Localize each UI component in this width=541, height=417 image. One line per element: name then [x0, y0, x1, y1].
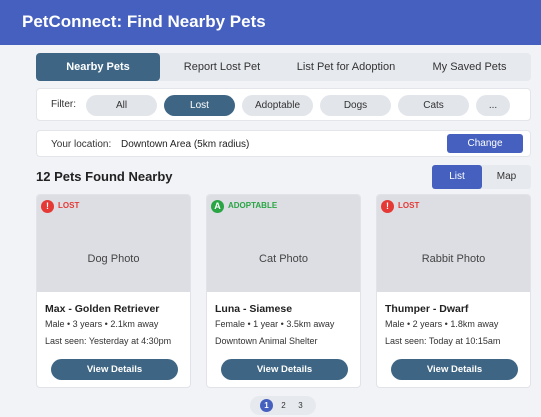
- app-header: PetConnect: Find Nearby Pets: [0, 0, 541, 45]
- pet-meta: Male • 3 years • 2.1km away: [45, 319, 159, 329]
- pet-photo: A ADOPTABLE Cat Photo: [207, 195, 360, 292]
- tab-report-lost-pet[interactable]: Report Lost Pet: [160, 53, 284, 81]
- pagination: 1 2 3: [250, 396, 316, 415]
- photo-placeholder-label: Dog Photo: [87, 253, 140, 265]
- location-label: Your location:: [51, 139, 112, 150]
- pet-meta: Female • 1 year • 3.5km away: [215, 319, 335, 329]
- list-view-button[interactable]: List: [432, 165, 482, 189]
- pet-card[interactable]: ! LOST Rabbit Photo Thumper - Dwarf Male…: [376, 194, 531, 388]
- view-details-button[interactable]: View Details: [51, 359, 178, 380]
- status-label: ADOPTABLE: [228, 201, 278, 210]
- filter-chip-cats[interactable]: Cats: [398, 95, 469, 116]
- pet-name: Max - Golden Retriever: [45, 303, 160, 315]
- filter-chip-dogs[interactable]: Dogs: [320, 95, 391, 116]
- filter-chip-adoptable[interactable]: Adoptable: [242, 95, 313, 116]
- filter-bar: Filter: All Lost Adoptable Dogs Cats ...: [36, 88, 531, 121]
- pet-extra-info: Downtown Animal Shelter: [215, 336, 318, 346]
- location-bar: Your location: Downtown Area (5km radius…: [36, 130, 531, 157]
- pet-extra-info: Last seen: Yesterday at 4:30pm: [45, 336, 172, 346]
- status-label: LOST: [58, 201, 80, 210]
- status-label: LOST: [398, 201, 420, 210]
- pet-card[interactable]: ! LOST Dog Photo Max - Golden Retriever …: [36, 194, 191, 388]
- pet-photo: ! LOST Dog Photo: [37, 195, 190, 292]
- location-value: Downtown Area (5km radius): [121, 139, 250, 150]
- page-2-button[interactable]: 2: [277, 399, 290, 412]
- filter-chip-all[interactable]: All: [86, 95, 157, 116]
- alert-icon: !: [381, 200, 394, 213]
- filter-chip-more[interactable]: ...: [476, 95, 510, 116]
- page-3-button[interactable]: 3: [294, 399, 307, 412]
- pet-card[interactable]: A ADOPTABLE Cat Photo Luna - Siamese Fem…: [206, 194, 361, 388]
- tab-nearby-pets[interactable]: Nearby Pets: [36, 53, 160, 81]
- pet-extra-info: Last seen: Today at 10:15am: [385, 336, 501, 346]
- view-details-button[interactable]: View Details: [391, 359, 518, 380]
- view-toggle: List Map: [432, 165, 531, 189]
- photo-placeholder-label: Rabbit Photo: [421, 253, 486, 265]
- filter-label: Filter:: [51, 99, 76, 110]
- tab-my-saved-pets[interactable]: My Saved Pets: [408, 53, 531, 81]
- pet-name: Thumper - Dwarf: [385, 303, 469, 315]
- alert-icon: !: [41, 200, 54, 213]
- results-title: 12 Pets Found Nearby: [36, 169, 173, 184]
- tab-list-pet-for-adoption[interactable]: List Pet for Adoption: [284, 53, 408, 81]
- page-1-button[interactable]: 1: [260, 399, 273, 412]
- app-title: PetConnect: Find Nearby Pets: [22, 12, 266, 31]
- map-view-button[interactable]: Map: [482, 165, 531, 189]
- change-location-button[interactable]: Change: [447, 134, 523, 153]
- filter-chip-lost[interactable]: Lost: [164, 95, 235, 116]
- pet-name: Luna - Siamese: [215, 303, 293, 315]
- pet-photo: ! LOST Rabbit Photo: [377, 195, 530, 292]
- pet-meta: Male • 2 years • 1.8km away: [385, 319, 499, 329]
- adoptable-icon: A: [211, 200, 224, 213]
- photo-placeholder-label: Cat Photo: [259, 253, 308, 265]
- main-tabs: Nearby Pets Report Lost Pet List Pet for…: [36, 53, 531, 81]
- view-details-button[interactable]: View Details: [221, 359, 348, 380]
